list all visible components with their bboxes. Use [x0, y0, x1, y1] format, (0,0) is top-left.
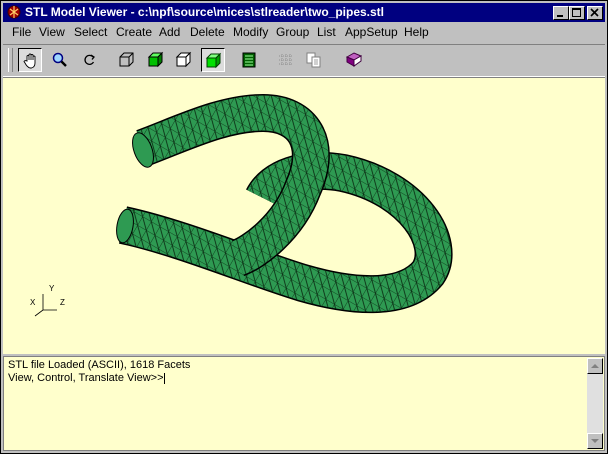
model-viewport[interactable]: Y X Z — [3, 77, 605, 354]
solid-green-cube-icon — [205, 52, 222, 69]
solid-view-button[interactable] — [201, 48, 225, 72]
close-button[interactable] — [587, 6, 603, 20]
menu-select[interactable]: Select — [74, 25, 107, 39]
menu-modify[interactable]: Modify — [233, 25, 268, 39]
help-book-button[interactable] — [342, 48, 366, 72]
menu-view[interactable]: View — [39, 25, 65, 39]
facet-list-icon — [242, 52, 256, 68]
menu-file[interactable]: File — [12, 25, 31, 39]
menu-bar: File View Select Create Add Delete Modif… — [3, 23, 605, 42]
axis-x-label: X — [30, 298, 36, 307]
wireframe-view-button[interactable] — [115, 48, 139, 72]
magnifier-zoom-icon — [52, 52, 67, 67]
grid-icon — [279, 54, 293, 66]
window-title: STL Model Viewer - c:\npf\source\mices\s… — [25, 5, 384, 19]
menu-help[interactable]: Help — [404, 25, 429, 39]
text-caret — [163, 372, 165, 384]
console-scrollbar[interactable] — [587, 358, 603, 449]
copy-button[interactable] — [302, 48, 326, 72]
toolbar-grip[interactable] — [8, 48, 13, 72]
rotate-tool-button[interactable] — [78, 48, 102, 72]
arrow-down-icon — [591, 439, 599, 443]
grid-button[interactable] — [274, 48, 298, 72]
hidden-line-cube-icon — [175, 51, 192, 68]
rotate-icon — [84, 54, 95, 65]
maximize-icon — [572, 8, 581, 17]
shaded-cube-icon — [147, 51, 164, 68]
scroll-down-button[interactable] — [587, 433, 603, 449]
console-line-2: View, Control, Translate View>> — [8, 372, 190, 385]
app-logo-icon — [7, 5, 21, 19]
zoom-tool-button[interactable] — [48, 48, 72, 72]
menu-group[interactable]: Group — [276, 25, 309, 39]
wireframe-cube-icon — [119, 52, 134, 67]
facet-list-button[interactable] — [237, 48, 261, 72]
two-pipes-model — [116, 93, 453, 314]
app-window: STL Model Viewer - c:\npf\source\mices\s… — [0, 0, 608, 454]
arrow-up-icon — [591, 364, 599, 368]
title-bar[interactable]: STL Model Viewer - c:\npf\source\mices\s… — [3, 3, 605, 22]
maximize-button[interactable] — [569, 6, 585, 20]
hidden-line-view-button[interactable] — [172, 48, 196, 72]
axis-y-label: Y — [49, 284, 55, 293]
minimize-icon — [557, 15, 563, 17]
scroll-up-button[interactable] — [587, 358, 603, 374]
menu-list[interactable]: List — [317, 25, 336, 39]
menu-delete[interactable]: Delete — [190, 25, 225, 39]
minimize-button[interactable] — [553, 6, 569, 20]
book-icon — [345, 52, 363, 67]
console-line-1: STL file Loaded (ASCII), 1618 Facets — [8, 359, 191, 371]
menu-appsetup[interactable]: AppSetup — [345, 25, 398, 39]
close-icon — [590, 8, 599, 17]
shaded-view-button[interactable] — [144, 48, 168, 72]
axis-z-label: Z — [60, 298, 65, 307]
console-output: STL file Loaded (ASCII), 1618 Facets Vie… — [8, 359, 190, 385]
pan-tool-button[interactable] — [18, 48, 42, 72]
hand-pan-icon — [23, 53, 36, 69]
copy-icon — [306, 52, 321, 68]
command-console[interactable]: STL file Loaded (ASCII), 1618 Facets Vie… — [3, 356, 605, 451]
menu-create[interactable]: Create — [116, 25, 152, 39]
toolbar — [3, 44, 605, 77]
menu-add[interactable]: Add — [159, 25, 180, 39]
console-prompt: View, Control, Translate View>> — [8, 372, 164, 384]
